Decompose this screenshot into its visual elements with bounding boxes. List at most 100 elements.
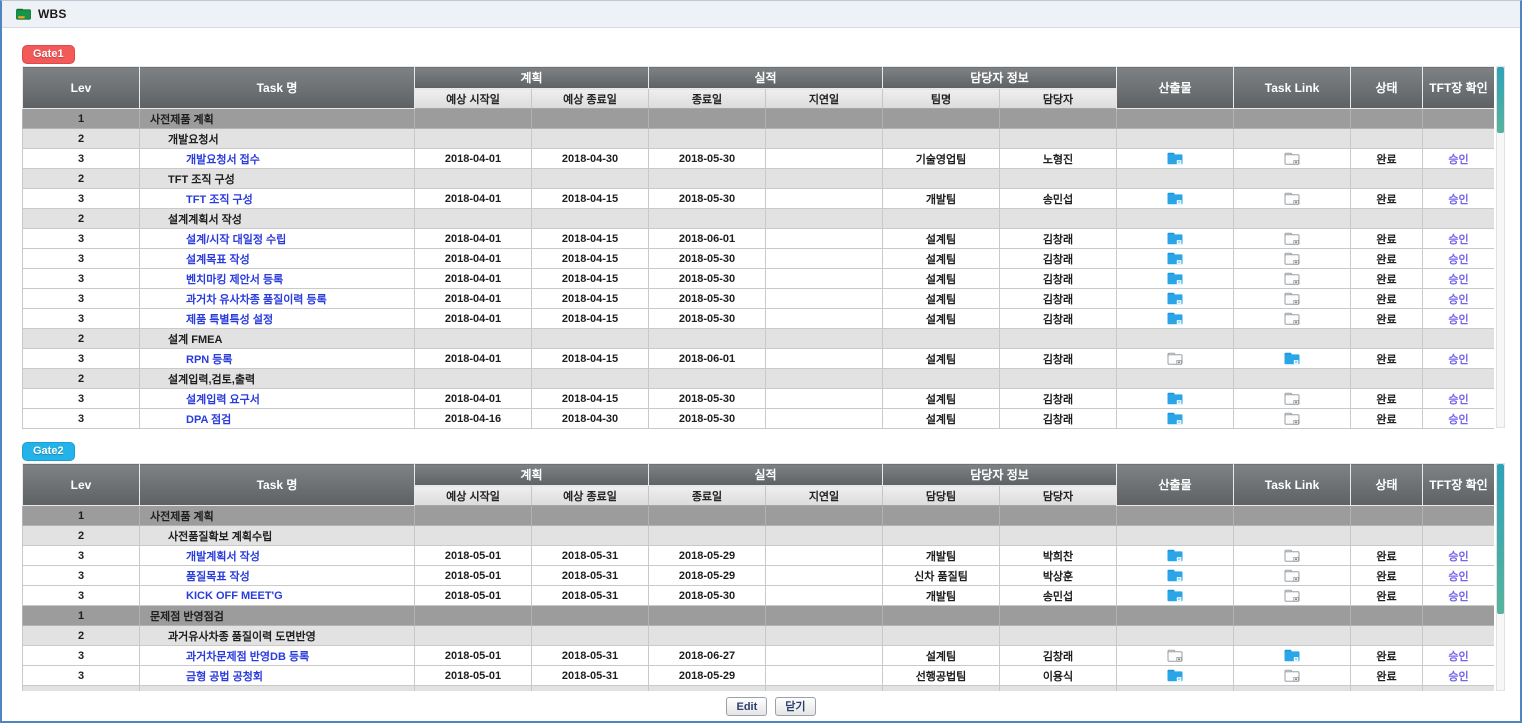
tft-confirm-cell [1423, 526, 1494, 546]
tft-confirm-cell [1423, 626, 1494, 646]
approve-link[interactable]: 승인 [1448, 651, 1468, 663]
lev-cell: 2 [23, 369, 140, 389]
gray-folder-icon[interactable] [1284, 669, 1300, 682]
blue-folder-icon[interactable] [1284, 649, 1300, 662]
approve-link[interactable]: 승인 [1448, 414, 1468, 426]
approve-link[interactable]: 승인 [1448, 551, 1468, 563]
col-header-plan-end: 예상 종료일 [532, 89, 649, 109]
approve-link[interactable]: 승인 [1448, 234, 1468, 246]
task-cell: 설계 FMEA [140, 329, 415, 349]
gate1-table-wrap: Lev Task 명 계획 실적 담당자 정보 산출물 Task Link 상태… [22, 66, 1506, 429]
plan-end-cell: 2018-04-15 [532, 309, 649, 329]
blue-folder-icon[interactable] [1167, 152, 1183, 165]
approve-link[interactable]: 승인 [1448, 671, 1468, 683]
blue-folder-icon[interactable] [1167, 232, 1183, 245]
blue-folder-icon[interactable] [1284, 352, 1300, 365]
task-name-link[interactable]: KICK OFF MEET'G [186, 590, 283, 602]
end-date-cell [649, 129, 766, 149]
task-name-link[interactable]: RPN 등록 [186, 354, 233, 366]
close-button[interactable]: 닫기 [775, 697, 815, 716]
task-name-link[interactable]: 개발요청서 접수 [186, 154, 260, 166]
task-group-label: 설계 FMEA [168, 334, 222, 346]
table-row: 2사전품질확보 계획수립 [23, 526, 1495, 546]
deliverable-cell [1117, 249, 1234, 269]
approve-link[interactable]: 승인 [1448, 254, 1468, 266]
owner-cell: 이용식 [1000, 666, 1117, 686]
task-cell: 설계목표 작성 [140, 249, 415, 269]
gray-folder-icon[interactable] [1284, 152, 1300, 165]
blue-folder-icon[interactable] [1167, 412, 1183, 425]
lev-cell: 3 [23, 229, 140, 249]
status-cell: 완료 [1351, 269, 1423, 289]
blue-folder-icon[interactable] [1167, 312, 1183, 325]
gray-folder-icon[interactable] [1284, 192, 1300, 205]
blue-folder-icon[interactable] [1167, 392, 1183, 405]
tft-confirm-cell [1423, 369, 1494, 389]
task-name-link[interactable]: DPA 점검 [186, 414, 231, 426]
approve-link[interactable]: 승인 [1448, 591, 1468, 603]
approve-link[interactable]: 승인 [1448, 274, 1468, 286]
table-row: 1사전제품 계획 [23, 506, 1495, 526]
gray-folder-icon[interactable] [1167, 352, 1183, 365]
task-name-link[interactable]: 설계입력 요구서 [186, 394, 260, 406]
blue-folder-icon[interactable] [1167, 272, 1183, 285]
gate2-scrollbar[interactable] [1496, 463, 1505, 691]
plan-start-cell [415, 209, 532, 229]
approve-link[interactable]: 승인 [1448, 394, 1468, 406]
blue-folder-icon[interactable] [1167, 192, 1183, 205]
gray-folder-icon[interactable] [1284, 252, 1300, 265]
owner-cell: 박희찬 [1000, 546, 1117, 566]
gate2-scrollbar-thumb[interactable] [1497, 464, 1504, 614]
owner-cell: 김창래 [1000, 269, 1117, 289]
deliverable-cell [1117, 209, 1234, 229]
gray-folder-icon[interactable] [1284, 569, 1300, 582]
plan-start-cell [415, 626, 532, 646]
col-header-delay: 지연일 [766, 486, 883, 506]
plan-start-cell: 2018-04-16 [415, 409, 532, 429]
task-name-link[interactable]: 제품 특별특성 설정 [186, 314, 273, 326]
blue-folder-icon[interactable] [1167, 569, 1183, 582]
task-name-link[interactable]: TFT 조직 구성 [186, 194, 253, 206]
task-name-link[interactable]: 설계/시작 대일정 수립 [186, 234, 286, 246]
blue-folder-icon[interactable] [1167, 292, 1183, 305]
deliverable-cell [1117, 129, 1234, 149]
approve-link[interactable]: 승인 [1448, 294, 1468, 306]
gray-folder-icon[interactable] [1284, 312, 1300, 325]
task-name-link[interactable]: 개발계획서 작성 [186, 551, 260, 563]
task-name-link[interactable]: 과거차 유사차종 품질이력 등록 [186, 294, 327, 306]
tft-confirm-cell [1423, 209, 1494, 229]
gray-folder-icon[interactable] [1284, 589, 1300, 602]
task-name-link[interactable]: 설계목표 작성 [186, 254, 250, 266]
green-folder-icon [16, 8, 31, 20]
blue-folder-icon[interactable] [1167, 669, 1183, 682]
gate1-scrollbar-thumb[interactable] [1497, 67, 1504, 133]
gray-folder-icon[interactable] [1284, 272, 1300, 285]
task-link-cell [1234, 666, 1351, 686]
gray-folder-icon[interactable] [1284, 392, 1300, 405]
task-link-cell [1234, 506, 1351, 526]
blue-folder-icon[interactable] [1167, 549, 1183, 562]
edit-button[interactable]: Edit [726, 697, 767, 716]
approve-link[interactable]: 승인 [1448, 194, 1468, 206]
gray-folder-icon[interactable] [1284, 232, 1300, 245]
gray-folder-icon[interactable] [1284, 412, 1300, 425]
task-name-link[interactable]: 과거차문제점 반영DB 등록 [186, 651, 309, 663]
task-name-link[interactable]: 품질목표 작성 [186, 571, 250, 583]
approve-link[interactable]: 승인 [1448, 154, 1468, 166]
approve-link[interactable]: 승인 [1448, 354, 1468, 366]
end-date-cell: 2018-05-30 [649, 249, 766, 269]
blue-folder-icon[interactable] [1167, 252, 1183, 265]
gray-folder-icon[interactable] [1167, 649, 1183, 662]
task-name-link[interactable]: 금형 공법 공청회 [186, 671, 263, 683]
plan-start-cell: 2018-04-01 [415, 249, 532, 269]
plan-end-cell: 2018-05-31 [532, 586, 649, 606]
approve-link[interactable]: 승인 [1448, 314, 1468, 326]
gray-folder-icon[interactable] [1284, 292, 1300, 305]
gray-folder-icon[interactable] [1284, 549, 1300, 562]
blue-folder-icon[interactable] [1167, 589, 1183, 602]
tft-confirm-cell: 승인 [1423, 189, 1494, 209]
task-name-link[interactable]: 벤치마킹 제안서 등록 [186, 274, 283, 286]
gate1-scrollbar[interactable] [1496, 66, 1505, 428]
approve-link[interactable]: 승인 [1448, 571, 1468, 583]
team-cell: 설계팀 [883, 646, 1000, 666]
